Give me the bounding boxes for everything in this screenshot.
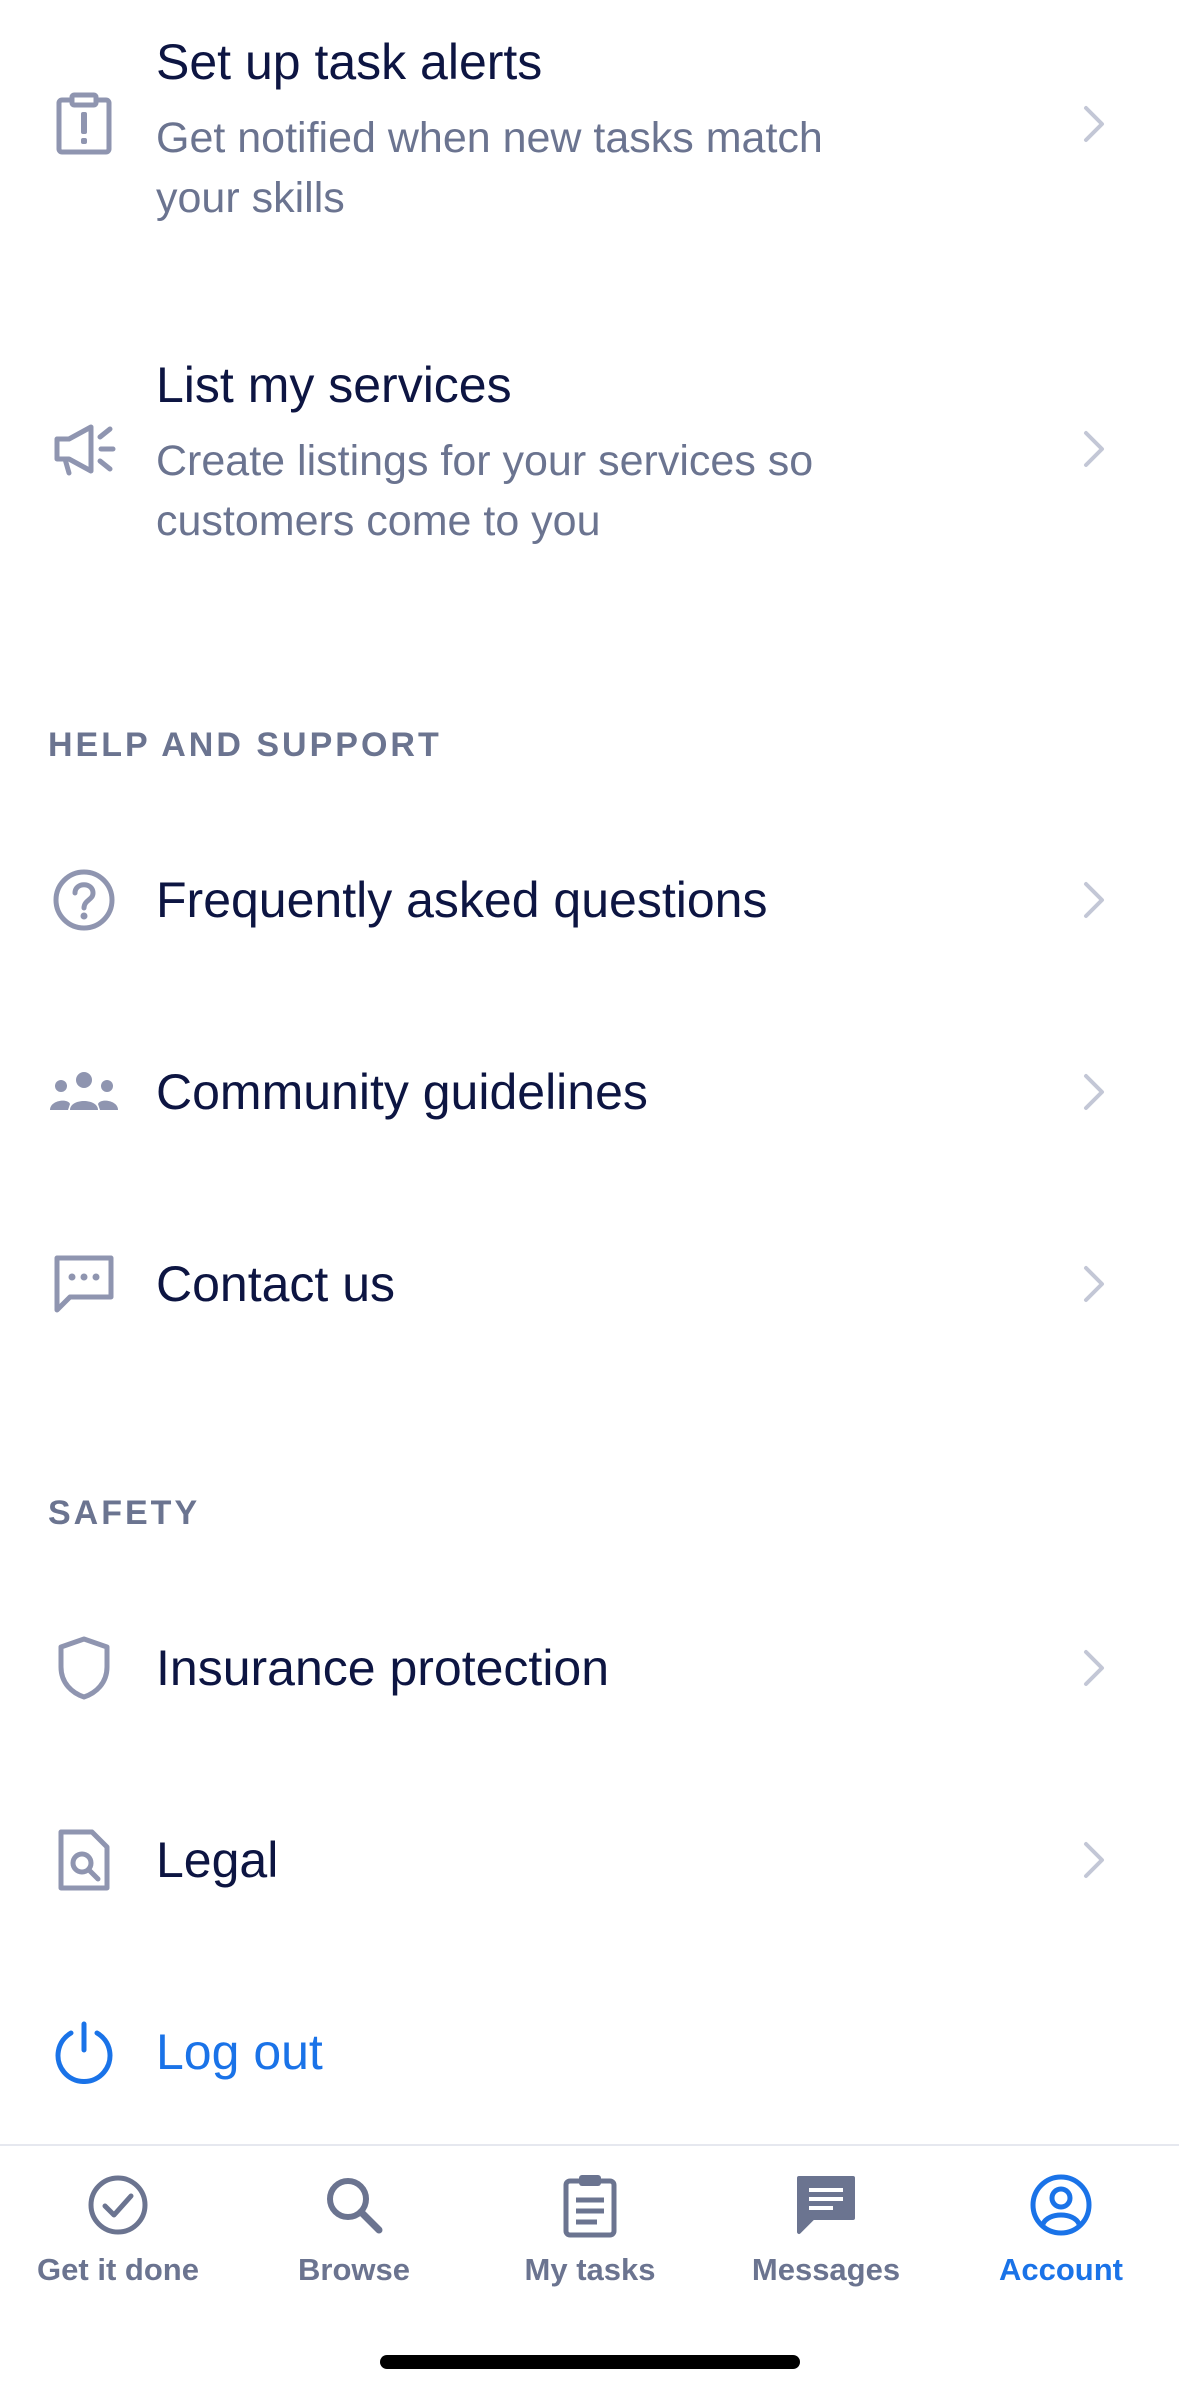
chevron-right-icon [1084,1842,1104,1878]
power-icon [48,2016,120,2088]
menu-item-contact-us[interactable]: Contact us [0,1234,1179,1334]
list-services-subtitle: Create listings for your services so cus… [156,437,814,545]
clipboard-icon [563,2175,617,2238]
contact-us-title: Contact us [156,1256,396,1312]
logout-label: Log out [156,2024,323,2080]
tab-label: Account [999,2252,1123,2287]
community-icon [48,1056,120,1128]
tab-messages[interactable]: Messages [708,2172,944,2322]
menu-item-faq[interactable]: Frequently asked questions [0,850,1179,950]
account-icon [1030,2174,1092,2236]
list-services-title: List my services [156,357,512,413]
task-alerts-title: Set up task alerts [156,34,543,90]
chat-bubble-icon [48,1248,120,1320]
search-icon [327,2178,383,2234]
chevron-right-icon [1084,1266,1104,1302]
menu-item-insurance-protection[interactable]: Insurance protection [0,1618,1179,1718]
menu-item-community-guidelines[interactable]: Community guidelines [0,1042,1179,1142]
question-circle-icon [48,864,120,936]
home-indicator [380,2355,800,2369]
megaphone-icon [48,413,120,485]
insurance-protection-title: Insurance protection [156,1640,610,1696]
legal-title: Legal [156,1832,279,1888]
section-header-help-support: HELP AND SUPPORT [48,726,442,764]
tab-label: Browse [298,2252,410,2287]
tab-label: Messages [751,2252,901,2287]
message-icon [797,2176,855,2234]
shield-icon [48,1632,120,1704]
tab-my-tasks[interactable]: My tasks [472,2172,708,2322]
chevron-right-icon [1084,1074,1104,1110]
alert-clipboard-icon [48,88,120,160]
menu-item-list-services[interactable]: List my services Create listings for you… [0,343,1179,563]
chevron-right-icon [1084,1650,1104,1686]
tab-get-it-done[interactable]: Get it done [0,2172,236,2322]
faq-title: Frequently asked questions [156,872,768,928]
community-guidelines-title: Community guidelines [156,1064,648,1120]
tab-label: Get it done [37,2252,199,2287]
tab-label: My tasks [524,2252,656,2287]
document-search-icon [48,1824,120,1896]
menu-item-legal[interactable]: Legal [0,1810,1179,1910]
check-circle-icon [88,2175,148,2235]
chevron-right-icon [1084,882,1104,918]
tab-browse[interactable]: Browse [236,2172,472,2322]
chevron-right-icon [1084,431,1104,467]
section-header-safety: SAFETY [48,1494,201,1532]
task-alerts-subtitle: Get notified when new tasks match your s… [156,114,823,222]
chevron-right-icon [1084,106,1104,142]
logout-button[interactable]: Log out [0,2002,1179,2102]
menu-item-task-alerts[interactable]: Set up task alerts Get notified when new… [0,20,1179,240]
tab-account[interactable]: Account [943,2172,1179,2322]
